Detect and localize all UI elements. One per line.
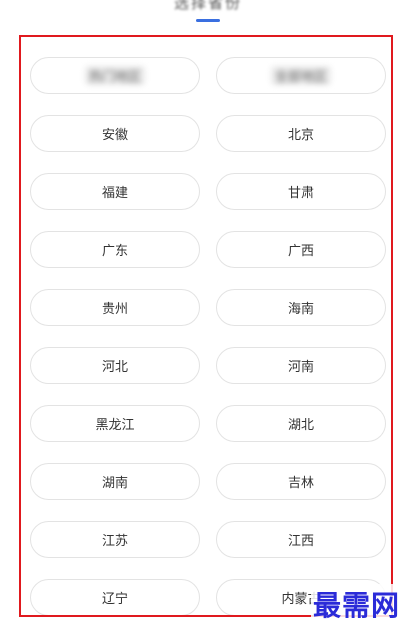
region-chip-label: 河北 bbox=[101, 360, 128, 375]
region-chip-jilin[interactable]: 吉林 bbox=[216, 463, 386, 500]
region-chip-beijing[interactable]: 北京 bbox=[216, 115, 386, 152]
region-chip-hubei[interactable]: 湖北 bbox=[216, 405, 386, 442]
region-chip-label: 安徽 bbox=[101, 128, 128, 143]
region-chip-label: 北京 bbox=[287, 128, 314, 143]
region-chip-label: 广西 bbox=[287, 244, 314, 259]
region-chip-label: 河南 bbox=[287, 360, 314, 375]
region-chip-guizhou[interactable]: 贵州 bbox=[30, 289, 200, 326]
region-chip-anhui[interactable]: 安徽 bbox=[30, 115, 200, 152]
page-title: 选择省份 bbox=[173, 0, 242, 12]
region-chip-label: 海南 bbox=[287, 302, 314, 317]
region-chip-gansu[interactable]: 甘肃 bbox=[216, 173, 386, 210]
region-chip-label: 黑龙江 bbox=[95, 418, 135, 433]
region-chip-liaoning[interactable]: 辽宁 bbox=[30, 579, 200, 615]
watermark-logo: 最需网 bbox=[310, 584, 402, 624]
region-chip-label: 辽宁 bbox=[101, 592, 128, 607]
region-chip-jiangsu[interactable]: 江苏 bbox=[30, 521, 200, 558]
region-chip-hainan[interactable]: 海南 bbox=[216, 289, 386, 326]
region-chip-label: 广东 bbox=[101, 244, 128, 259]
region-chip-fujian[interactable]: 福建 bbox=[30, 173, 200, 210]
region-chip-label: 甘肃 bbox=[287, 186, 314, 201]
region-chip-label: 湖南 bbox=[101, 476, 128, 491]
region-chip-label: 热门地区 bbox=[84, 66, 145, 85]
region-chip-label: 福建 bbox=[101, 186, 128, 201]
region-chip-label: 江苏 bbox=[101, 534, 128, 549]
region-chip-label: 江西 bbox=[287, 534, 314, 549]
region-chip-hebei[interactable]: 河北 bbox=[30, 347, 200, 384]
region-chip-label: 全部地区 bbox=[270, 66, 331, 85]
tab-indicator bbox=[196, 19, 220, 22]
region-grid: 热门地区 全部地区 安徽 北京 福建 甘肃 广东 广西 贵州 海南 河北 河南 … bbox=[30, 57, 386, 615]
region-chip-hunan[interactable]: 湖南 bbox=[30, 463, 200, 500]
region-picker-page: 选择省份 热门地区 全部地区 安徽 北京 福建 甘肃 广东 广西 贵州 海南 河… bbox=[0, 0, 416, 632]
region-chip-guangxi[interactable]: 广西 bbox=[216, 231, 386, 268]
region-chip-label: 湖北 bbox=[287, 418, 314, 433]
region-chip-henan[interactable]: 河南 bbox=[216, 347, 386, 384]
region-chip-hot[interactable]: 热门地区 bbox=[30, 57, 200, 94]
region-chip-all[interactable]: 全部地区 bbox=[216, 57, 386, 94]
region-chip-label: 吉林 bbox=[287, 476, 314, 491]
region-chip-jiangxi[interactable]: 江西 bbox=[216, 521, 386, 558]
region-chip-guangdong[interactable]: 广东 bbox=[30, 231, 200, 268]
region-chip-heilongjiang[interactable]: 黑龙江 bbox=[30, 405, 200, 442]
region-chip-label: 贵州 bbox=[101, 302, 128, 317]
highlight-frame: 热门地区 全部地区 安徽 北京 福建 甘肃 广东 广西 贵州 海南 河北 河南 … bbox=[19, 35, 393, 617]
